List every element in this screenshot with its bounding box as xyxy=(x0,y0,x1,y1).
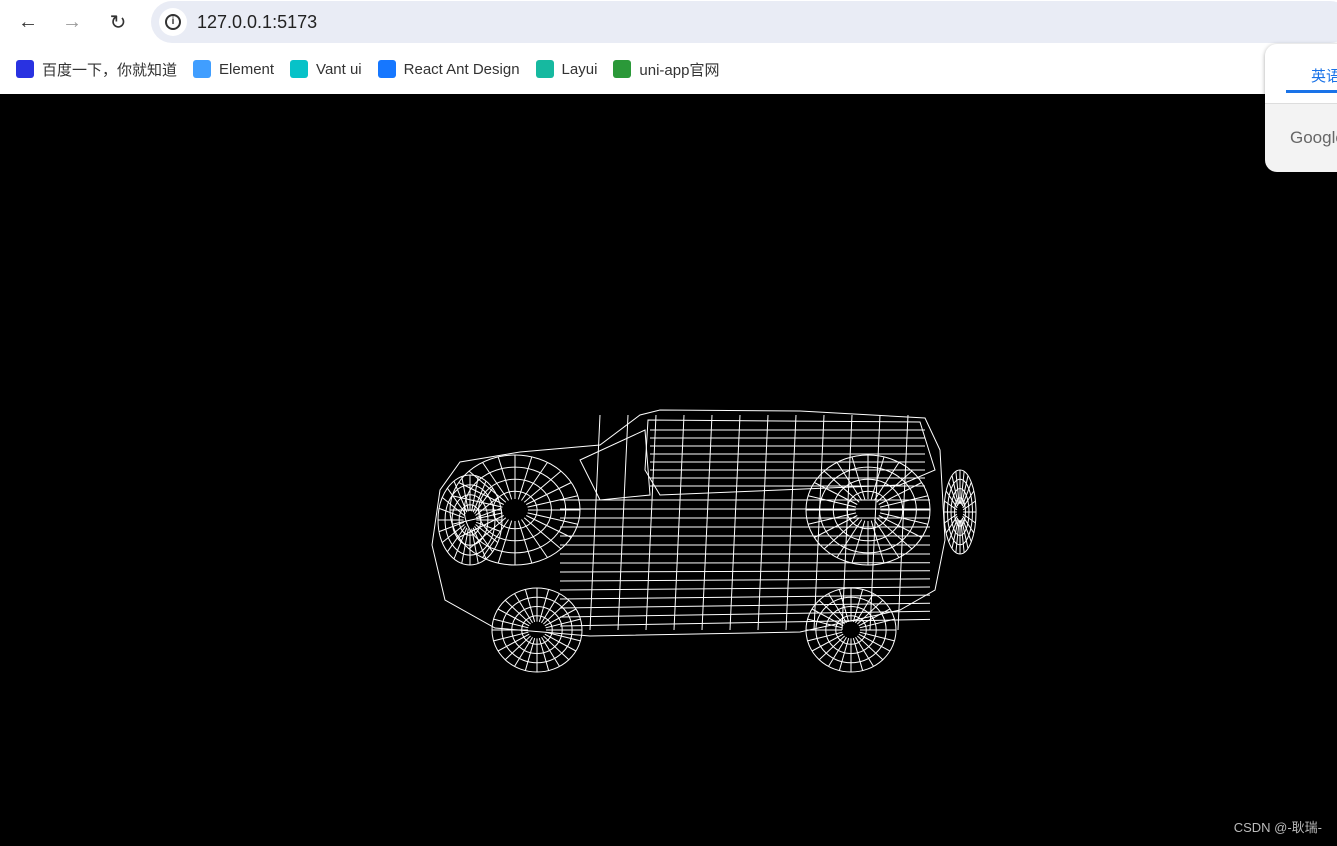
car-vertical-line xyxy=(617,414,629,631)
back-button[interactable]: ← xyxy=(14,8,42,36)
webgl-canvas[interactable] xyxy=(0,94,1337,846)
car-panel-line xyxy=(559,610,931,618)
front-upper-wheel-spoke xyxy=(523,470,562,503)
watermark: CSDN @-耿瑞- xyxy=(1233,820,1322,835)
bookmark-label: React Ant Design xyxy=(403,60,520,78)
arrow-left-icon: ← xyxy=(18,10,38,33)
rear-lower-wheel-spoke xyxy=(818,635,845,661)
info-icon: i xyxy=(165,14,181,30)
browser-toolbar: ← → ↻ i 127.0.0.1:5173 xyxy=(0,0,1337,44)
car-panel-line xyxy=(559,586,931,591)
vant-icon xyxy=(290,60,309,78)
car-panel-line xyxy=(559,578,931,582)
tab-english[interactable]: 英语 xyxy=(1311,65,1337,86)
rear-upper-wheel-spoke xyxy=(876,517,913,550)
front-lower-wheel-spoke xyxy=(543,635,570,661)
front-upper-wheel-spoke xyxy=(523,517,562,550)
bookmark-item[interactable]: 百度一下，你就知道 xyxy=(14,53,189,85)
rear-lower-wheel-spoke xyxy=(857,635,884,661)
bookmark-item[interactable]: Element xyxy=(191,53,286,85)
bookmarks-bar: 百度一下，你就知道 Element Vant ui React Ant Design L… xyxy=(0,44,1337,94)
car-vertical-line xyxy=(589,414,601,631)
front-bumper-detail-spoke xyxy=(446,526,466,553)
bookmark-label: uni-app官网 xyxy=(639,61,720,79)
front-lower-wheel-spoke xyxy=(504,635,531,661)
forward-button[interactable]: → xyxy=(58,8,86,36)
car-panel-line xyxy=(559,594,931,600)
address-bar[interactable]: i 127.0.0.1:5173 xyxy=(151,1,1337,43)
active-tab-indicator xyxy=(1286,90,1337,93)
bookmark-item[interactable]: Layui xyxy=(534,53,610,85)
translate-popup: 英语 Google xyxy=(1265,44,1337,172)
wireframe-car xyxy=(431,409,977,673)
front-lower-wheel-spoke xyxy=(543,599,570,625)
car-windshield xyxy=(579,429,651,501)
car-panel-line xyxy=(559,570,931,573)
element-icon xyxy=(193,60,212,78)
car-vertical-line xyxy=(785,414,797,631)
reload-icon: ↻ xyxy=(109,11,127,34)
bookmark-label: Element xyxy=(219,60,275,78)
reload-button[interactable]: ↻ xyxy=(104,8,132,36)
layui-icon xyxy=(535,60,554,78)
ant-design-icon xyxy=(377,60,396,78)
car-vertical-line xyxy=(729,414,741,631)
rear-upper-wheel-spoke xyxy=(876,470,913,503)
bookmark-item[interactable]: uni-app官网 xyxy=(611,53,731,85)
bookmark-label: Vant ui xyxy=(316,60,362,78)
google-logo: Google xyxy=(1290,128,1337,147)
bookmark-item[interactable]: Vant ui xyxy=(288,53,374,85)
car-roof xyxy=(644,419,936,496)
url-text: 127.0.0.1:5173 xyxy=(197,12,318,32)
bookmark-label: Layui xyxy=(561,60,598,78)
rear-upper-wheel-spoke xyxy=(823,517,860,550)
baidu-paw-icon xyxy=(16,60,34,78)
uniapp-icon xyxy=(613,60,632,78)
bookmark-item[interactable]: React Ant Design xyxy=(376,53,532,85)
front-lower-wheel-spoke xyxy=(504,599,531,625)
arrow-right-icon: → xyxy=(62,10,82,33)
bookmark-label: 百度一下，你就知道 xyxy=(42,61,178,79)
site-info-button[interactable]: i xyxy=(159,8,187,36)
car-vertical-line xyxy=(757,414,769,631)
